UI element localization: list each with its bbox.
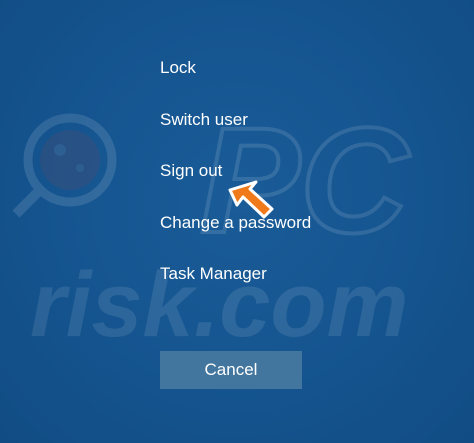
- watermark-logo-magnifier: [12, 113, 117, 218]
- switch-user-option[interactable]: Switch user: [160, 110, 420, 130]
- lock-option[interactable]: Lock: [160, 58, 420, 78]
- cancel-button[interactable]: Cancel: [160, 351, 302, 389]
- security-options-menu: Lock Switch user Sign out Change a passw…: [160, 58, 420, 316]
- ctrl-alt-del-screen: PC risk.com Lock Switch user Sign out Ch…: [0, 0, 474, 443]
- change-password-option[interactable]: Change a password: [160, 213, 420, 233]
- sign-out-option[interactable]: Sign out: [160, 161, 420, 181]
- arrow-pointer-icon: [228, 180, 274, 219]
- task-manager-option[interactable]: Task Manager: [160, 264, 420, 284]
